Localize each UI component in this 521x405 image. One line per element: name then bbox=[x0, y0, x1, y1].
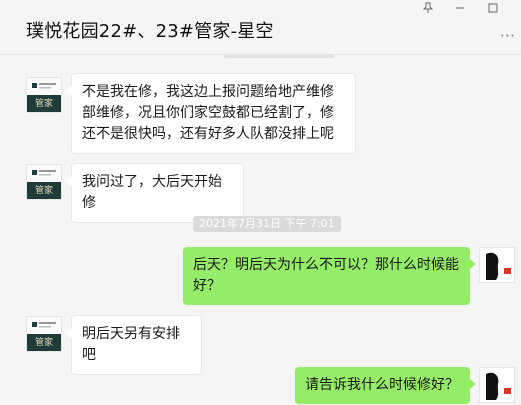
avatar-manager[interactable]: 管家 bbox=[26, 77, 62, 113]
avatar-self[interactable] bbox=[479, 367, 515, 403]
avatar-silhouette-icon bbox=[486, 372, 511, 400]
timestamp-partial bbox=[224, 55, 334, 58]
title-bar: 璞悦花园22#、23#管家-星空 ··· bbox=[0, 0, 521, 54]
logo-mark-icon bbox=[27, 165, 61, 182]
avatar-manager[interactable]: 管家 bbox=[26, 164, 62, 200]
avatar-silhouette-icon bbox=[486, 252, 511, 280]
logo-mark-icon bbox=[27, 78, 61, 95]
pin-icon[interactable] bbox=[421, 2, 435, 16]
minimize-icon[interactable] bbox=[453, 2, 467, 16]
maximize-icon[interactable] bbox=[486, 2, 500, 16]
avatar-label: 管家 bbox=[27, 95, 61, 112]
message-bubble[interactable]: 我问过了，大后天开始修 bbox=[66, 163, 244, 223]
chat-area[interactable]: 管家 不是我在修，我这边上报问题给地产维修部维修，况且你们家空鼓都已经割了，修还… bbox=[0, 55, 521, 405]
avatar-label: 管家 bbox=[27, 334, 61, 351]
chat-title: 璞悦花园22#、23#管家-星空 bbox=[26, 21, 274, 42]
logo-mark-icon bbox=[27, 317, 61, 334]
timestamp: 2021年7月31日 下午 7:01 bbox=[193, 216, 341, 232]
more-icon[interactable]: ··· bbox=[500, 28, 515, 44]
avatar-label: 管家 bbox=[27, 182, 61, 199]
message-bubble[interactable]: 明后天另有安排吧 bbox=[66, 315, 202, 375]
avatar-manager[interactable]: 管家 bbox=[26, 316, 62, 352]
avatar-self[interactable] bbox=[479, 247, 515, 283]
message-bubble[interactable]: 后天？明后天为什么不可以？那什么时候能好？ bbox=[183, 247, 476, 305]
message-bubble[interactable]: 请告诉我什么时候修好？ bbox=[295, 367, 476, 404]
message-bubble[interactable]: 不是我在修，我这边上报问题给地产维修部维修，况且你们家空鼓都已经割了，修还不是很… bbox=[66, 73, 356, 154]
